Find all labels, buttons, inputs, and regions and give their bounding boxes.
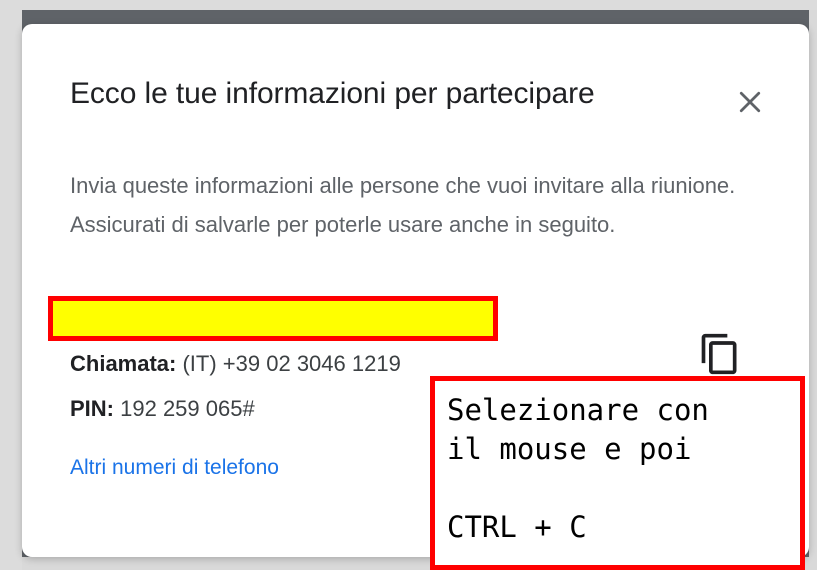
close-button[interactable]: [727, 79, 773, 125]
instruction-annotation: Selezionare con il mouse e poi CTRL + C: [430, 376, 805, 570]
annotation-line-4: CTRL + C: [447, 510, 587, 544]
redacted-highlight: [48, 296, 498, 341]
copy-icon: [701, 333, 737, 375]
annotation-line-1: Selezionare con: [447, 393, 709, 427]
annotation-line-3: [447, 469, 800, 508]
other-numbers-link[interactable]: Altri numeri di telefono: [70, 456, 279, 480]
background-strip-right: [809, 10, 817, 570]
copy-button[interactable]: [696, 330, 744, 378]
background-strip-left: [0, 10, 22, 570]
call-info: Chiamata: (IT) +39 02 3046 1219: [70, 351, 401, 377]
dialog-description: Invia queste informazioni alle persone c…: [70, 173, 736, 237]
background-strip-top: [0, 0, 817, 10]
pin-value: 192 259 065#: [120, 396, 255, 421]
dialog-title: Ecco le tue informazioni per partecipare: [70, 77, 595, 110]
pin-info: PIN: 192 259 065#: [70, 396, 255, 422]
call-number: (IT) +39 02 3046 1219: [182, 351, 401, 376]
annotation-line-2: il mouse e poi: [447, 432, 692, 466]
pin-label: PIN:: [70, 396, 114, 421]
call-label: Chiamata:: [70, 351, 177, 376]
close-icon: [739, 91, 761, 113]
